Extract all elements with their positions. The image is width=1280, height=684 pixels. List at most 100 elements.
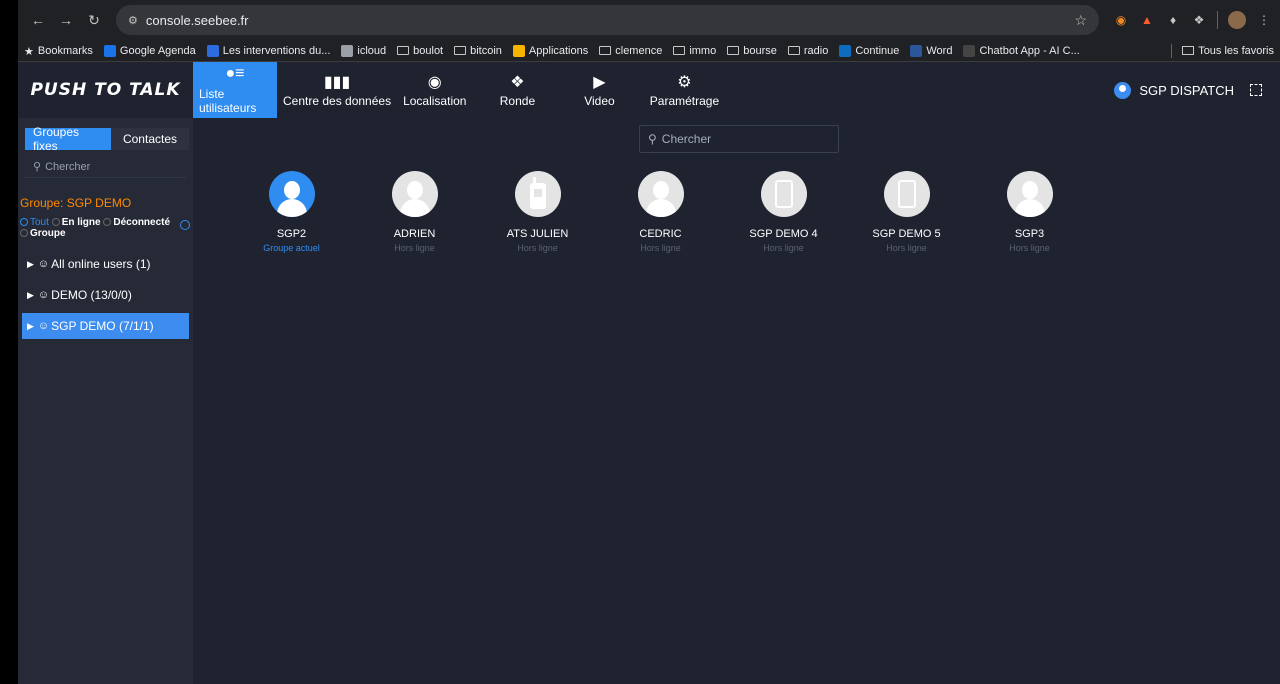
- site-settings-icon[interactable]: ⚙: [128, 14, 138, 27]
- user-card[interactable]: ADRIEN Hors ligne: [353, 171, 476, 253]
- forward-icon[interactable]: →: [54, 8, 78, 32]
- user-name: ADRIEN: [393, 228, 436, 240]
- user-search-input[interactable]: ⚲ Chercher: [639, 125, 839, 153]
- extension-fox-icon[interactable]: ▲: [1139, 12, 1155, 28]
- user-list-icon: ●≡: [225, 65, 245, 82]
- extensions-area: ◉ ▲ ♦ ❖ ⋮: [1113, 11, 1272, 29]
- user-status: Hors ligne: [640, 243, 681, 253]
- user-card[interactable]: SGP DEMO 4 Hors ligne: [722, 171, 845, 253]
- extension-shield-icon[interactable]: ♦: [1165, 12, 1181, 28]
- user-card[interactable]: SGP DEMO 5 Hors ligne: [845, 171, 968, 253]
- segment-contacts[interactable]: Contactes: [110, 128, 189, 150]
- tab-user-list[interactable]: ●≡ Liste utilisateurs: [193, 62, 277, 118]
- s-icon: [206, 44, 219, 57]
- sidebar-search-input[interactable]: ⚲ Chercher: [25, 156, 186, 178]
- radio-icon: [51, 218, 60, 226]
- filter-online[interactable]: En ligne: [51, 217, 101, 228]
- tab-rounds[interactable]: ❖ Ronde: [472, 62, 562, 118]
- phone-icon: [760, 171, 807, 217]
- walkie-talkie-icon: [514, 171, 561, 217]
- group-item-demo[interactable]: ▶ ☺ DEMO (13/0/0): [22, 282, 189, 308]
- profile-avatar[interactable]: [1228, 11, 1246, 29]
- user-grid: SGP2 Groupe actuel ADRIEN Hors ligne ATS…: [230, 171, 1091, 253]
- expand-arrow-icon[interactable]: ▶: [27, 259, 34, 270]
- bookmark-item[interactable]: icloud: [341, 44, 386, 57]
- bookmark-item[interactable]: clemence: [599, 45, 662, 57]
- phone-icon: [883, 171, 930, 217]
- filter-all[interactable]: Tout: [20, 217, 49, 228]
- bookmark-star-icon[interactable]: ☆: [1074, 12, 1087, 29]
- filter-offline[interactable]: Déconnecté: [103, 217, 170, 228]
- more-menu-icon[interactable]: ⋮: [1256, 12, 1272, 28]
- browser-toolbar: ← → ↻ ⚙ console.seebee.fr ☆ ◉ ▲ ♦ ❖ ⋮: [18, 0, 1280, 40]
- play-icon: ▶: [593, 74, 606, 91]
- app-logo: PUSH TO TALK: [30, 80, 181, 100]
- user-menu[interactable]: SGP DISPATCH: [1114, 62, 1280, 118]
- bookmark-label: Google Agenda: [119, 44, 196, 57]
- group-label: All online users (1): [51, 257, 151, 271]
- fullscreen-icon[interactable]: [1250, 84, 1262, 96]
- expand-arrow-icon[interactable]: ▶: [27, 290, 34, 301]
- folder-icon: [599, 46, 612, 55]
- extensions-puzzle-icon[interactable]: ❖: [1191, 12, 1207, 28]
- extension-orange-icon[interactable]: ◉: [1113, 12, 1129, 28]
- bookmark-label: radio: [803, 44, 829, 57]
- bookmark-item[interactable]: Word: [910, 44, 952, 57]
- user-name: ATS JULIEN: [506, 228, 569, 240]
- bookmark-item[interactable]: radio: [787, 44, 829, 57]
- group-label: DEMO (13/0/0): [51, 288, 132, 302]
- expand-arrow-icon[interactable]: ▶: [27, 321, 34, 332]
- tab-data-center[interactable]: ▮▮▮ Centre des données: [277, 62, 397, 118]
- tab-location[interactable]: ◉ Localisation: [397, 62, 472, 118]
- segment-fixed-groups[interactable]: Groupes fixes: [25, 125, 111, 153]
- folder-icon: [397, 46, 410, 55]
- folder-icon: [727, 46, 740, 55]
- all-bookmarks-label: Tous les favoris: [1198, 44, 1274, 57]
- bookmark-item[interactable]: bourse: [727, 45, 777, 57]
- back-icon[interactable]: ←: [26, 8, 50, 32]
- bookmark-item[interactable]: Applications: [512, 44, 589, 57]
- folder-icon: [787, 46, 800, 55]
- filter-group[interactable]: Groupe: [20, 228, 66, 239]
- user-status: Hors ligne: [517, 243, 558, 253]
- app-header: PUSH TO TALK ●≡ Liste utilisateurs ▮▮▮ C…: [18, 62, 1280, 118]
- user-card[interactable]: SGP3 Hors ligne: [968, 171, 1091, 253]
- reload-icon[interactable]: ↻: [82, 8, 106, 32]
- bookmark-item[interactable]: boulot: [397, 45, 443, 57]
- user-card[interactable]: ATS JULIEN Hors ligne: [476, 171, 599, 253]
- group-item-all-online[interactable]: ▶ ☺ All online users (1): [22, 251, 189, 277]
- user-name: SGP3: [1014, 228, 1045, 240]
- tab-settings[interactable]: ⚙ Paramétrage: [636, 62, 732, 118]
- sidebar: Groupes fixes Contactes ⚲ Chercher Group…: [18, 118, 193, 684]
- bookmark-item[interactable]: Google Agenda: [103, 44, 196, 57]
- tab-label: Liste utilisateurs: [199, 87, 257, 115]
- all-bookmarks[interactable]: Tous les favoris: [1171, 43, 1274, 58]
- bookmark-label: Applications: [528, 44, 589, 57]
- bookmark-item[interactable]: ★ Bookmarks: [24, 45, 93, 58]
- group-icon: ☺: [37, 289, 50, 301]
- user-status: Groupe actuel: [263, 243, 320, 253]
- tab-label: Ronde: [499, 94, 536, 108]
- address-bar[interactable]: ⚙ console.seebee.fr ☆: [116, 5, 1099, 35]
- bookmark-label: bourse: [743, 44, 777, 57]
- group-item-sgp-demo[interactable]: ▶ ☺ SGP DEMO (7/1/1): [22, 313, 189, 339]
- bookmark-item[interactable]: Chatbot App - AI C...: [963, 44, 1080, 57]
- bookmark-item[interactable]: bitcoin: [454, 45, 502, 57]
- user-name: SGP DEMO 4: [749, 228, 818, 240]
- user-card[interactable]: SGP2 Groupe actuel: [230, 171, 353, 253]
- bar-chart-icon: ▮▮▮: [323, 74, 351, 91]
- tab-video[interactable]: ▶ Video: [562, 62, 636, 118]
- current-user-name: SGP DISPATCH: [1139, 82, 1234, 98]
- bookmark-label: boulot: [413, 44, 444, 57]
- group-title: Groupe: SGP DEMO: [20, 196, 132, 210]
- chatbot-icon: [963, 44, 976, 57]
- toolbar-divider: [1217, 11, 1218, 29]
- bookmark-item[interactable]: immo: [673, 45, 716, 57]
- route-icon: ❖: [510, 74, 525, 91]
- status-filter: Tout En ligne Déconnecté Groupe: [20, 217, 193, 239]
- user-card[interactable]: CEDRIC Hors ligne: [599, 171, 722, 253]
- bookmark-item[interactable]: Les interventions du...: [206, 44, 330, 57]
- bookmark-label: clemence: [615, 44, 663, 57]
- bookmark-item[interactable]: Continue: [839, 44, 899, 57]
- apple-icon: [341, 44, 354, 57]
